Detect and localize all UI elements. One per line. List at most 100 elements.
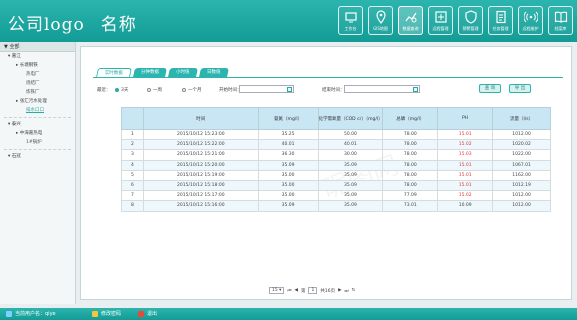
nav-remote-manage[interactable]: 远程管理 <box>428 6 453 35</box>
table-cell: 36.30 <box>257 149 319 161</box>
start-time-input[interactable] <box>239 85 294 93</box>
radio-week[interactable]: 一周 <box>147 87 162 93</box>
main-panel: 昵图网 实时数据分钟数据小时值日数值 最近： 3天 一周 一个月 开始时间： 结… <box>80 46 572 300</box>
table-row[interactable]: 8 2015/10/12 15:16:00 35.09 35.09 73.01 10.09… <box>121 200 551 212</box>
pagination: 15 ▾ ⏮ ◀ 第 1 共16页 ▶ ⏭ ↻ <box>269 287 355 294</box>
table-row[interactable]: 1 2015/10/12 15:23:00 35.25 50.00 78.00 15.01… <box>121 128 551 141</box>
book-icon <box>554 11 567 23</box>
recent-label: 最近： <box>97 88 111 93</box>
last-page-icon[interactable]: ⏭ <box>345 288 349 294</box>
table-cell: 35.09 <box>317 169 384 181</box>
column-header: 时间 <box>142 107 259 130</box>
end-time-input[interactable] <box>344 85 420 93</box>
page-prefix: 第 <box>300 288 306 294</box>
tab-2[interactable]: 小时值 <box>168 68 198 77</box>
tree-item[interactable]: ▸ 张汇污水处理 <box>0 97 75 106</box>
data-query-icon <box>405 12 416 23</box>
tree-item[interactable]: ▸ 长塘钢铁 <box>0 61 75 70</box>
table-cell: 78.00 <box>382 139 439 151</box>
page-size-select[interactable]: 15 ▾ <box>269 287 285 294</box>
table-cell: 2015/10/12 15:19:00 <box>142 169 259 181</box>
nav-book[interactable]: 档案库 <box>548 6 573 35</box>
nav-label: 远程维护 <box>522 26 539 31</box>
table-cell: 2 <box>121 139 144 151</box>
radio-icon[interactable] <box>182 87 186 92</box>
task-icon <box>495 10 506 24</box>
tree-item[interactable]: ▸ 中海嘉热电 <box>0 129 75 138</box>
table-cell: 35.09 <box>317 190 384 202</box>
tree-item[interactable]: 炼铁厂 <box>0 88 75 97</box>
tree-separator <box>4 117 71 118</box>
sidebar-header[interactable]: ▼ 全部 <box>0 42 75 52</box>
tree-item[interactable]: 烧结厂 <box>0 79 75 88</box>
column-header <box>121 107 144 130</box>
radio-checked-icon[interactable] <box>115 87 119 92</box>
tree-item[interactable]: ▾ 石冠 <box>0 152 75 161</box>
shield-icon <box>464 10 477 24</box>
table-body: 1 2015/10/12 15:23:00 35.25 50.00 78.00 15.01… <box>121 128 551 212</box>
table-cell: 6 <box>121 179 144 192</box>
tab-3[interactable]: 日数值 <box>198 68 228 77</box>
company-logo: 公司logo 名称 <box>8 15 137 35</box>
prev-page-icon[interactable]: ◀ <box>295 288 298 293</box>
main-nav: 工作台 GIS地图 数据查询 远程管理 预警管理 任务管理 远程维护 档案库 <box>338 6 573 35</box>
nav-task[interactable]: 任务管理 <box>488 6 513 35</box>
table-row[interactable]: 7 2015/10/12 15:17:00 35.00 35.09 77.09 15.02… <box>121 190 551 202</box>
tab-0[interactable]: 实时数据 <box>96 68 132 77</box>
table-cell: 78.00 <box>382 169 439 181</box>
logout-link[interactable]: 退出 <box>138 308 157 320</box>
table-cell: 50.00 <box>317 128 384 141</box>
table-cell: 35.00 <box>257 190 319 202</box>
nav-data-query[interactable]: 数据查询 <box>398 6 423 35</box>
table-cell: 35.25 <box>257 128 319 141</box>
table-cell: 2015/10/12 15:22:00 <box>142 139 259 151</box>
nav-label: 预警管理 <box>462 26 479 31</box>
refresh-icon[interactable]: ↻ <box>352 288 356 293</box>
table-cell: 15.01 <box>437 169 494 181</box>
table-cell: 1012.00 <box>492 128 551 141</box>
table-row[interactable]: 4 2015/10/12 15:20:00 35.09 35.09 78.00 15.01… <box>121 159 551 171</box>
tree-item[interactable]: 1#锅炉 <box>0 138 75 147</box>
next-page-icon[interactable]: ▶ <box>338 288 341 293</box>
nav-label: 数据查询 <box>402 26 419 31</box>
table-cell: 8 <box>121 200 144 212</box>
table-cell: 2015/10/12 15:23:00 <box>142 128 259 141</box>
table-cell: 4 <box>121 159 144 171</box>
tree-item[interactable]: ▾ 嘉江 <box>0 52 75 61</box>
table-cell: 2015/10/12 15:16:00 <box>142 200 259 212</box>
nav-shield[interactable]: 预警管理 <box>458 6 483 35</box>
calendar-check-icon[interactable] <box>413 87 418 92</box>
calendar-check-icon[interactable] <box>287 87 292 92</box>
radio-3days[interactable]: 3天 <box>115 87 128 93</box>
nav-label: 档案库 <box>554 26 567 31</box>
table-cell: 7 <box>121 190 144 202</box>
table-cell: 78.00 <box>382 179 439 192</box>
table-row[interactable]: 5 2015/10/12 15:19:00 35.00 35.09 78.00 15.01… <box>121 169 551 181</box>
change-password-link[interactable]: 修改密码 <box>92 308 121 320</box>
nav-label: 远程管理 <box>432 26 449 31</box>
map-pin-icon <box>375 10 386 24</box>
column-header: 氨氮（mg/l） <box>257 107 319 130</box>
nav-signal[interactable]: 远程维护 <box>518 6 543 35</box>
table-row[interactable]: 6 2015/10/12 15:18:00 35.00 35.09 78.00 15.01… <box>121 179 551 192</box>
table-cell: 2015/10/12 15:20:00 <box>142 159 259 171</box>
footer-bar: 当前用户名：qiye 修改密码 退出 <box>0 308 577 320</box>
nav-map-pin[interactable]: GIS地图 <box>368 6 393 35</box>
tree-item[interactable]: 热电厂 <box>0 70 75 79</box>
tree-item[interactable]: 排水口口 <box>0 106 75 115</box>
page-input[interactable]: 1 <box>308 287 318 294</box>
query-button[interactable]: 查 询 <box>479 84 501 93</box>
export-button[interactable]: 导 出 <box>509 84 531 93</box>
table-row[interactable]: 3 2015/10/12 15:21:00 36.30 30.00 78.00 15.03… <box>121 149 551 161</box>
radio-icon[interactable] <box>147 87 151 92</box>
table-header-row: 时间 氨氮（mg/l） 化学需氧量（COD cr）（mg/l） 总磷（mg/l） PH 流… <box>121 107 551 130</box>
remote-manage-icon <box>434 11 447 23</box>
table-cell: 35.00 <box>257 179 319 192</box>
radio-month[interactable]: 一个月 <box>182 87 202 93</box>
tree-item[interactable]: ▾ 泰兴 <box>0 120 75 129</box>
tab-1[interactable]: 分钟数据 <box>133 68 167 77</box>
first-page-icon[interactable]: ⏮ <box>287 288 291 294</box>
table-row[interactable]: 2 2015/10/12 15:22:00 40.01 40.01 78.00 15.02… <box>121 139 551 151</box>
nav-workbench[interactable]: 工作台 <box>338 6 363 35</box>
table-cell: 77.09 <box>382 190 439 202</box>
